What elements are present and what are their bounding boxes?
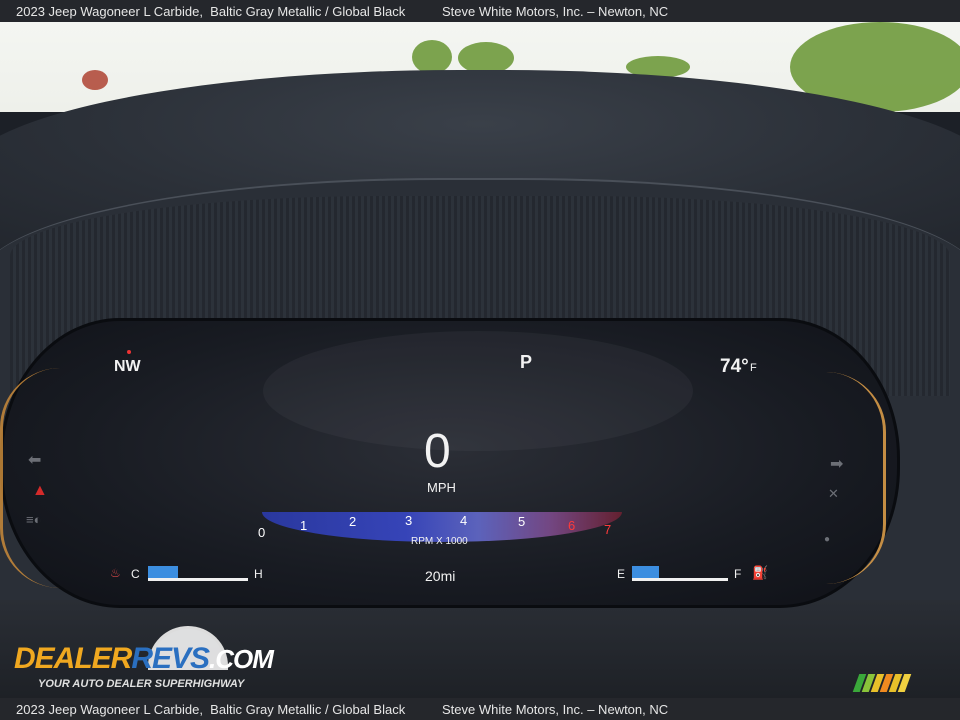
distant-car: [82, 70, 108, 90]
tach-tick-4: 4: [460, 513, 468, 528]
coolant-temp-icon: ♨: [110, 566, 121, 580]
coolant-gauge-track: [148, 578, 248, 581]
tach-tick-0: 0: [258, 525, 266, 540]
tach-tick-1: 1: [300, 518, 308, 533]
dealer-name: Steve White Motors, Inc. – Newton, NC: [442, 3, 669, 19]
color-stripes-logo-icon: [852, 674, 936, 694]
caption-bar-top: 2023 Jeep Wagoneer L Carbide, Baltic Gra…: [0, 0, 960, 22]
fuel-pump-icon: ⛽: [752, 565, 769, 580]
speed-unit: MPH: [427, 480, 456, 495]
compass-heading: NW: [114, 358, 141, 375]
fuel-gauge-low: E: [617, 567, 626, 581]
speedometer-value: 0: [424, 425, 451, 478]
dashboard-photo: ⬅ ▲ ≡◐ ➡ ✕ ● NW P 74° F 0 MPH 0 1 2 3 4 …: [0, 0, 960, 720]
outside-temperature: 74°: [720, 356, 749, 377]
caption-bar-bottom: 2023 Jeep Wagoneer L Carbide, Baltic Gra…: [0, 698, 960, 720]
headlight-icon: ≡◐: [26, 512, 42, 527]
ambient-light-left: [0, 368, 60, 588]
ambient-light-right: [826, 372, 886, 584]
turn-right-icon: ➡: [830, 456, 844, 473]
logo-dealer: DEALER: [14, 642, 132, 675]
coolant-gauge-fill: [148, 566, 178, 578]
tachometer-label: RPM X 1000: [411, 536, 468, 547]
vehicle-description: 2023 Jeep Wagoneer L Carbide, Baltic Gra…: [16, 701, 406, 717]
lane-assist-icon: ✕: [828, 486, 839, 501]
compass-dot-icon: [127, 350, 131, 354]
watermark-logo: DEALERREVS.COM: [14, 642, 274, 676]
logo-com: .COM: [209, 644, 274, 674]
tach-tick-5: 5: [518, 514, 526, 529]
fuel-gauge-high: F: [734, 567, 742, 581]
parking-brake-icon: ▲: [32, 482, 48, 499]
tach-tick-2: 2: [349, 514, 357, 529]
temperature-unit: F: [750, 362, 757, 374]
tach-tick-6: 6: [568, 518, 576, 533]
range-readout: 20mi: [425, 568, 456, 584]
watermark-tagline: YOUR AUTO DEALER SUPERHIGHWAY: [38, 678, 245, 690]
fuel-gauge-fill: [632, 566, 659, 578]
dealerrevs-watermark: DEALERREVS.COM YOUR AUTO DEALER SUPERHIG…: [14, 626, 274, 692]
turn-left-icon: ⬅: [28, 452, 42, 469]
fuel-gauge-track: [632, 578, 728, 581]
coolant-gauge-low: C: [131, 567, 140, 581]
screen-reflection: [263, 331, 693, 451]
logo-revs: REVS: [131, 642, 210, 675]
vehicle-description: 2023 Jeep Wagoneer L Carbide, Baltic Gra…: [16, 3, 406, 19]
tree: [412, 40, 452, 74]
tach-tick-3: 3: [405, 513, 413, 528]
tach-tick-7: 7: [604, 522, 612, 537]
gear-indicator: P: [520, 352, 533, 372]
coolant-gauge-high: H: [254, 567, 263, 581]
dealer-name: Steve White Motors, Inc. – Newton, NC: [442, 701, 669, 717]
status-dot-icon: ●: [824, 534, 831, 545]
